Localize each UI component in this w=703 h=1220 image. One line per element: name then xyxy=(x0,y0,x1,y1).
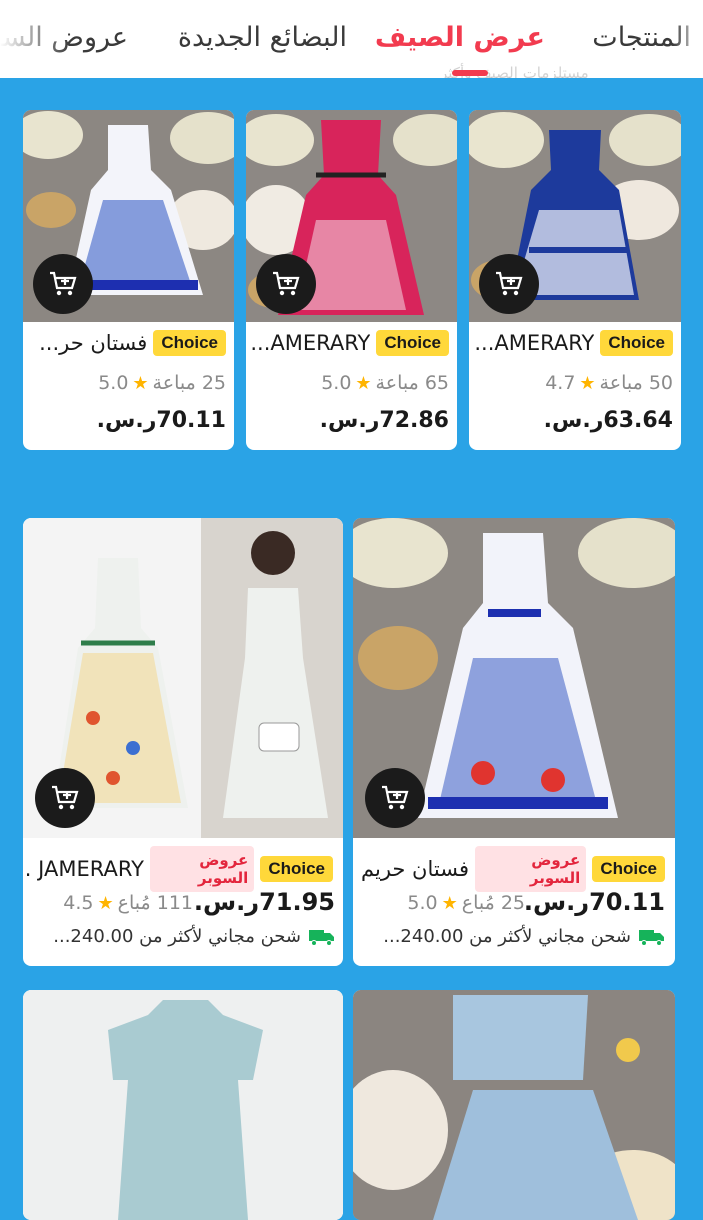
star-icon: ★ xyxy=(355,372,372,394)
product-rating: 50 مباعة ★ 4.7 xyxy=(545,372,673,394)
free-shipping: شحن مجاني لأكثر من 240.00... xyxy=(53,926,335,947)
sold-count: 50 مباعة xyxy=(599,372,673,394)
star-icon: ★ xyxy=(132,372,149,394)
add-to-cart-icon xyxy=(52,785,79,810)
active-tab-indicator xyxy=(452,70,488,76)
rating-value: 4.5 xyxy=(63,892,94,914)
rating-value: 5.0 xyxy=(98,372,129,394)
product-image[interactable] xyxy=(353,990,675,1220)
product-title[interactable]: AMERARY... xyxy=(474,331,594,355)
choice-badge: Choice xyxy=(592,856,665,882)
tab-summer-offer[interactable]: عرض الصيف xyxy=(375,22,545,53)
add-to-cart-button[interactable] xyxy=(256,254,316,314)
add-to-cart-button[interactable] xyxy=(35,768,95,828)
choice-badge: Choice xyxy=(260,856,333,882)
product-card[interactable] xyxy=(353,990,675,1220)
rating-value: 4.7 xyxy=(545,372,576,394)
tab-new-arrivals[interactable]: البضائع الجديدة xyxy=(178,22,347,53)
star-icon: ★ xyxy=(97,892,114,914)
product-price: 63.64ر.س. xyxy=(543,408,673,433)
add-to-cart-icon xyxy=(273,271,300,296)
product-card[interactable]: Choice عروض السوبر فستان حريم... 70.11ر.… xyxy=(353,518,675,966)
product-price: 70.11ر.س. xyxy=(523,888,665,916)
tabs-fade-left xyxy=(0,0,70,78)
product-title[interactable]: JAMERARY ... xyxy=(27,857,144,881)
shipping-text: شحن مجاني لأكثر من 240.00... xyxy=(53,926,301,947)
sold-count: 111 مُباع xyxy=(117,892,193,914)
free-shipping-truck-icon xyxy=(309,929,334,946)
star-icon: ★ xyxy=(579,372,596,394)
add-to-cart-button[interactable] xyxy=(365,768,425,828)
product-rating: 65 مباعة ★ 5.0 xyxy=(321,372,449,394)
sold-count: 25 مباعة xyxy=(152,372,226,394)
choice-badge: Choice xyxy=(600,330,673,356)
category-tabs: المنتجات عرض الصيف البضائع الجديدة عروض … xyxy=(0,0,703,78)
product-badges: Choice عروض السوبر فستان حريم... xyxy=(359,846,665,892)
add-to-cart-button[interactable] xyxy=(479,254,539,314)
product-title[interactable]: AMERARY... xyxy=(250,331,370,355)
sold-count: 25 مُباع xyxy=(461,892,525,914)
dress-photo xyxy=(23,990,343,1220)
tabs-fade-right xyxy=(673,0,703,78)
product-badges: Choice AMERARY... xyxy=(473,330,673,356)
shipping-text: شحن مجاني لأكثر من 240.00... xyxy=(383,926,631,947)
free-shipping: شحن مجاني لأكثر من 240.00... xyxy=(383,926,665,947)
product-badges: Choice عروض السوبر JAMERARY ... xyxy=(27,846,333,892)
star-icon: ★ xyxy=(441,892,458,914)
product-badges: Choice فستان حر... xyxy=(26,330,226,356)
product-title[interactable]: فستان حر... xyxy=(39,331,147,355)
add-to-cart-button[interactable] xyxy=(33,254,93,314)
product-card[interactable]: Choice عروض السوبر JAMERARY ... 71.95ر.س… xyxy=(23,518,343,966)
choice-badge: Choice xyxy=(153,330,226,356)
super-deals-badge: عروض السوبر xyxy=(149,846,255,892)
rating-value: 5.0 xyxy=(407,892,438,914)
product-rating: 25 مُباع ★ 5.0 xyxy=(407,892,525,914)
sold-count: 65 مباعة xyxy=(375,372,449,394)
choice-badge: Choice xyxy=(376,330,449,356)
super-deals-badge: عروض السوبر xyxy=(475,846,587,892)
product-rating: 25 مباعة ★ 5.0 xyxy=(98,372,226,394)
product-price: 70.11ر.س. xyxy=(96,408,226,433)
product-rating: 111 مُباع ★ 4.5 xyxy=(63,892,193,914)
product-card[interactable]: Choice AMERARY... 50 مباعة ★ 4.7 63.64ر.… xyxy=(469,110,681,450)
dress-photo xyxy=(353,990,675,1220)
free-shipping-truck-icon xyxy=(639,929,664,946)
product-image[interactable] xyxy=(23,990,343,1220)
product-price: 71.95ر.س. xyxy=(193,888,335,916)
add-to-cart-icon xyxy=(382,785,409,810)
add-to-cart-icon xyxy=(50,271,77,296)
add-to-cart-icon xyxy=(496,271,523,296)
product-price: 72.86ر.س. xyxy=(319,408,449,433)
rating-value: 5.0 xyxy=(321,372,352,394)
product-card[interactable]: Choice فستان حر... 25 مباعة ★ 5.0 70.11ر… xyxy=(23,110,234,450)
product-card[interactable]: Choice AMERARY... 65 مباعة ★ 5.0 72.86ر.… xyxy=(246,110,457,450)
product-badges: Choice AMERARY... xyxy=(249,330,449,356)
product-title[interactable]: فستان حريم... xyxy=(359,857,469,881)
product-card[interactable] xyxy=(23,990,343,1220)
